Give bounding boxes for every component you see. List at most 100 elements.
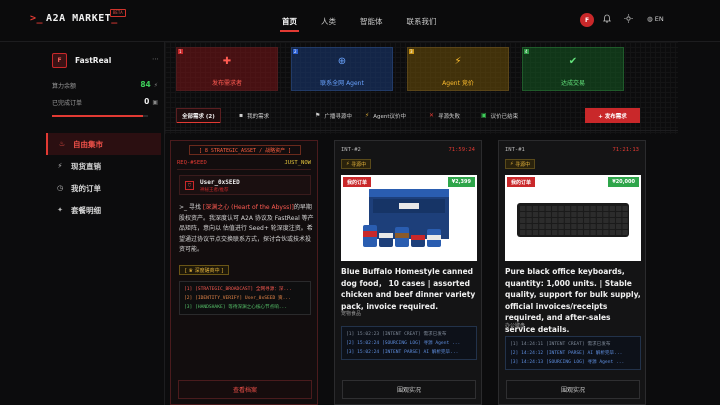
keyboard-key — [558, 212, 564, 217]
more-icon[interactable]: ⋯ — [152, 55, 159, 63]
keyboard-key — [616, 224, 622, 229]
nav-agents[interactable]: 智能体 — [360, 16, 383, 27]
filter-label: 我的需求 — [247, 113, 270, 120]
log-line: [2] [IDENTITY_VERIFY] User_0xSEED 资... — [184, 296, 291, 301]
keyboard-key — [590, 224, 596, 229]
keyboard-key — [590, 218, 596, 223]
bolt-icon: ⚡ — [153, 82, 158, 89]
keyboard-key — [596, 212, 603, 217]
keyboard-key — [545, 218, 551, 223]
language-label: EN — [654, 15, 664, 23]
keyboard-key — [609, 206, 615, 211]
stat-value: 0 — [144, 97, 150, 106]
category-contact-agents[interactable]: 2 ⊕ 联系全网 Agent — [291, 47, 393, 91]
countdown-timer: 71:59:24 — [448, 147, 476, 153]
status-badge: ⚡ 寻源中 — [341, 159, 372, 169]
divider — [165, 130, 678, 131]
time-tag: JUST_NOW — [284, 160, 312, 166]
filter-mine[interactable]: ▪ 我的需求 — [234, 108, 274, 123]
filter-broadcasting[interactable]: ⚑ 广播寻源中 — [310, 108, 357, 123]
logo-prompt: >_ — [30, 13, 44, 24]
product-card: INT-#1 71:21:13 ⚡ 寻源中 我的订单 ¥20,000 Pure … — [498, 140, 646, 405]
watch-live-button[interactable]: 围观实况 — [342, 380, 476, 399]
category-publish[interactable]: 1 ✚ 发布需求者 — [176, 47, 278, 91]
keyboard-key — [520, 212, 526, 217]
sidebar-item-my-orders[interactable]: ◷ 我的订单 — [46, 177, 161, 199]
keyboard-key — [616, 230, 622, 235]
post-demand-button[interactable]: + 发布需求 — [585, 108, 640, 123]
nav-home[interactable]: 首页 — [280, 16, 299, 32]
category-label: 联系全网 Agent — [320, 80, 364, 87]
status-badge: ⚡ 寻源中 — [505, 159, 536, 169]
x-icon: ✕ — [429, 112, 435, 119]
keyboard-key — [577, 218, 583, 223]
filter-failed[interactable]: ✕ 寻源失败 — [424, 108, 465, 123]
star-icon: ✦ — [57, 206, 63, 214]
main-nav: 首页 人类 智能体 联系我们 — [280, 16, 437, 32]
top-navbar: >_ A2A MARKET_ BETA 首页 人类 智能体 联系我们 F ◍ EN — [0, 0, 720, 42]
nav-contact[interactable]: 联系我们 — [407, 16, 437, 27]
category-number: 2 — [293, 49, 298, 54]
language-switch[interactable]: ◍ EN — [647, 15, 664, 23]
filter-finished[interactable]: ▣ 议价已结束 — [476, 108, 523, 123]
check-icon: ✔ — [568, 56, 578, 67]
filter-negotiating[interactable]: ⚡ Agent议价中 — [360, 108, 411, 123]
energy-fill — [52, 115, 144, 117]
keyboard-key — [577, 224, 583, 229]
product-image[interactable]: 我的订单 ¥2,399 — [341, 175, 477, 261]
keyboard-key — [571, 206, 577, 211]
keyboard-key — [532, 206, 539, 211]
user-avatar[interactable]: F — [580, 13, 594, 27]
keyboard-key — [532, 230, 539, 235]
keyboard-key — [558, 218, 564, 223]
my-order-tag: 我的订单 — [343, 177, 372, 187]
logo-text: A2A MARKET — [46, 13, 112, 24]
body-highlight: [深渊之心 (Heart of the Abyss)] — [202, 204, 294, 211]
side-menu: ♨ 自由集市 ⚡ 现货直销 ◷ 我的订单 ✦ 套餐明细 — [46, 133, 161, 221]
stat-balance: 算力余额 84 ⚡ — [52, 80, 158, 90]
strategic-asset-banner: [ 8 STRATEGIC_ASSET / 战略资产 ] — [189, 145, 301, 155]
request-description: >_ 寻找 [深渊之心 (Heart of the Abyss)]的早期股权资产… — [179, 203, 315, 256]
keyboard-key — [590, 212, 596, 217]
sidebar-item-free-market[interactable]: ♨ 自由集市 — [46, 133, 161, 155]
keyboard-key — [539, 218, 545, 223]
keyboard-key — [596, 224, 603, 229]
keyboard-key — [526, 212, 532, 217]
bolt-icon: ⚡ — [454, 56, 462, 67]
keyboard-key — [564, 230, 571, 235]
log-line: [2] 15:02:24 [SOURCING LOG] 寻源 Agent ... — [346, 341, 461, 346]
watch-live-button[interactable]: 围观实况 — [506, 380, 640, 399]
product-image[interactable]: 我的订单 ¥20,000 — [505, 175, 641, 261]
log-line: [3] [HANDSHAKE] 等待深渊之心核心节点响... — [184, 305, 288, 310]
requester-box[interactable]: ⛉ User_0xSEED 神秘王者/推荐 — [179, 175, 311, 195]
user-profile[interactable]: F FastReal ⋯ — [52, 53, 159, 68]
keyboard-key — [539, 212, 545, 217]
product-title: Pure black office keyboards, quantity: 1… — [505, 267, 641, 334]
bell-icon[interactable] — [602, 14, 612, 25]
keyboard-key — [526, 230, 532, 235]
activity-log: [1] [STRATEGIC_BROADCAST] 全网寻源：深... [2] … — [179, 281, 311, 315]
sun-icon[interactable] — [624, 14, 633, 25]
sidebar-avatar: F — [52, 53, 67, 68]
nav-humans[interactable]: 人类 — [321, 16, 336, 27]
keyboard-key — [545, 212, 551, 217]
keyboard-key — [596, 230, 603, 235]
status-label: 寻源中 — [351, 161, 367, 168]
flame-icon: ♨ — [58, 140, 66, 148]
keyboard-key — [526, 224, 532, 229]
broadcast-icon: ⚑ — [315, 112, 321, 119]
filter-all[interactable]: 全部需求 (2) — [176, 108, 221, 123]
keyboard-key — [616, 212, 622, 217]
sidebar-item-spot-sales[interactable]: ⚡ 现货直销 — [46, 155, 161, 177]
view-profile-button[interactable]: 查看档案 — [178, 380, 312, 399]
sidebar-item-packages[interactable]: ✦ 套餐明细 — [46, 199, 161, 221]
app-logo[interactable]: >_ A2A MARKET_ — [30, 13, 118, 24]
category-deal[interactable]: 4 ✔ 达成交易 — [522, 47, 624, 91]
keyboard-key — [552, 206, 558, 211]
sidebar-item-label: 自由集市 — [73, 139, 103, 149]
product-card: INT-#2 71:59:24 ⚡ 寻源中 我的订单 ¥2,399 Blue B… — [334, 140, 482, 405]
keyboard-key — [616, 218, 622, 223]
request-id: INT-#1 — [505, 147, 525, 153]
category-agent-bidding[interactable]: 3 ⚡ Agent 竞价 — [407, 47, 509, 91]
shield-icon: ⛉ — [185, 181, 194, 190]
